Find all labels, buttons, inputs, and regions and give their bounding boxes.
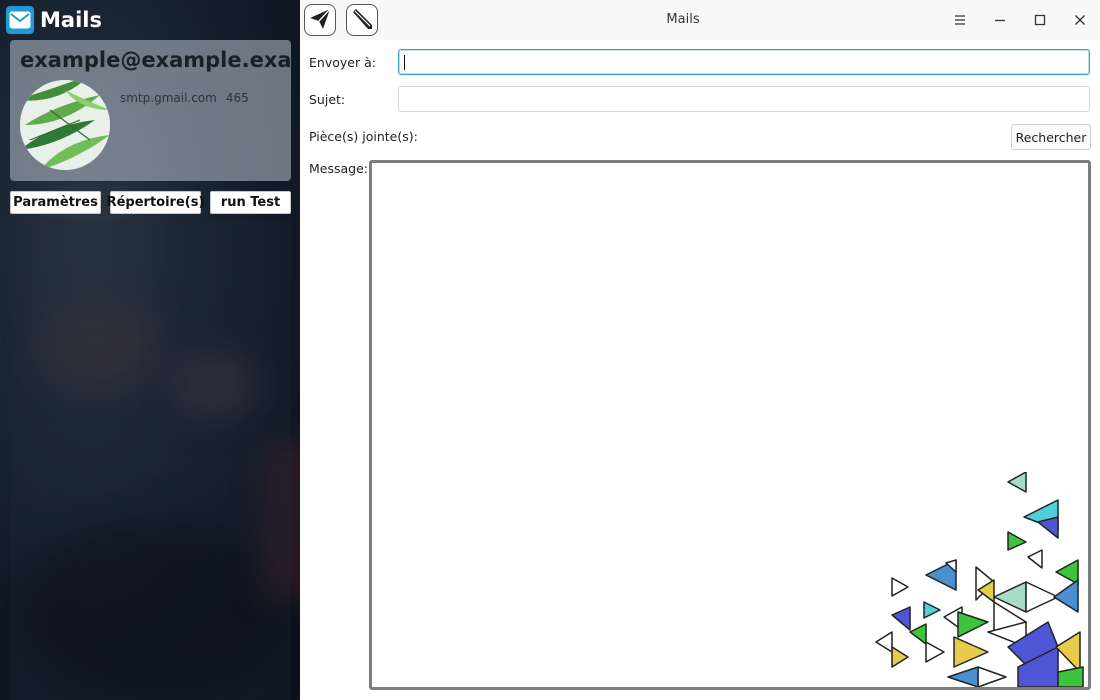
to-input[interactable] — [398, 49, 1090, 75]
directories-button[interactable]: Répertoire(s) — [107, 191, 204, 214]
smtp-port: 465 — [225, 91, 249, 105]
app-header: Mails — [6, 5, 102, 35]
menu-icon[interactable] — [950, 10, 970, 30]
text-caret — [404, 55, 405, 70]
message-box[interactable] — [369, 160, 1091, 690]
mail-list[interactable] — [10, 220, 291, 700]
avatar — [20, 80, 110, 170]
subject-label: Sujet: — [309, 92, 346, 107]
to-label: Envoyer à: — [309, 55, 376, 70]
message-input[interactable] — [372, 163, 1088, 687]
sidebar: Mails example@example.exam smtp.gmail.co… — [0, 0, 300, 700]
app-title: Mails — [40, 8, 102, 32]
subject-input[interactable] — [398, 86, 1090, 112]
settings-button[interactable]: Paramètres — [10, 191, 101, 214]
account-email: example@example.exam — [20, 48, 291, 72]
attachments-label: Pièce(s) jointe(s): — [309, 129, 418, 144]
titlebar: Mails — [300, 0, 1100, 40]
account-card[interactable]: example@example.exam smtp.gmail.com 465 — [10, 40, 291, 181]
maximize-icon[interactable] — [1030, 10, 1050, 30]
minimize-icon[interactable] — [990, 10, 1010, 30]
compose-window: Mails Envoyer à: Sujet: Pièce(s) jointe(… — [300, 0, 1100, 700]
message-label: Message: — [309, 161, 368, 176]
account-server: smtp.gmail.com 465 — [120, 91, 258, 105]
envelope-icon — [6, 6, 34, 34]
close-icon[interactable] — [1070, 10, 1090, 30]
smtp-server: smtp.gmail.com — [120, 91, 217, 105]
search-attachment-button[interactable]: Rechercher — [1011, 124, 1091, 150]
run-test-button[interactable]: run Test — [210, 191, 291, 214]
